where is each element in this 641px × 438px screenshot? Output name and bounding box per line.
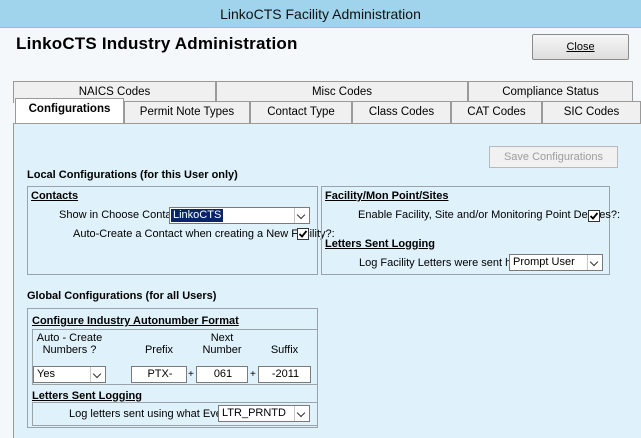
tab-class-codes[interactable]: Class Codes <box>352 101 451 123</box>
tab-label: Class Codes <box>368 106 435 118</box>
autocreate-contact-checkbox[interactable] <box>297 228 309 240</box>
save-configurations-button[interactable]: Save Configurations <box>489 146 618 168</box>
facility-title: Facility/Mon Point/Sites <box>325 190 449 202</box>
plus-separator: + <box>250 369 256 380</box>
page-title: LinkoCTS Industry Administration <box>16 34 298 53</box>
tab-label: Contact Type <box>267 106 335 118</box>
checkmark-icon <box>589 212 599 220</box>
log-event-value: LTR_PRNTD <box>222 407 286 419</box>
chevron-down-icon[interactable] <box>90 367 105 382</box>
prefix-input[interactable]: PTX- <box>131 366 187 383</box>
close-button-label: Close <box>566 41 595 53</box>
tab-label: CAT Codes <box>467 106 526 118</box>
prefix-header: Prefix <box>144 344 174 356</box>
log-letters-value: Prompt User <box>513 256 575 268</box>
plus-separator: + <box>188 369 194 380</box>
tab-label: Misc Codes <box>311 86 373 98</box>
tab-label: Configurations <box>28 103 111 115</box>
close-button[interactable]: Close <box>532 34 629 60</box>
chevron-down-icon[interactable] <box>294 406 309 421</box>
tab-misc-codes[interactable]: Misc Codes <box>216 81 468 103</box>
tab-sic-codes[interactable]: SIC Codes <box>542 101 641 123</box>
tab-contact-type[interactable]: Contact Type <box>250 101 352 123</box>
suffix-header: Suffix <box>270 344 299 356</box>
tab-label: Permit Note Types <box>139 106 235 118</box>
log-event-select[interactable]: LTR_PRNTD <box>218 405 310 422</box>
letters-logging-title: Letters Sent Logging <box>325 238 435 250</box>
autonumber-title: Configure Industry Autonumber Format <box>32 315 239 327</box>
log-event-label: Log letters sent using what Event?: <box>69 408 241 420</box>
show-contacts-value: LinkoCTS <box>171 209 224 222</box>
tab-label: SIC Codes <box>563 106 620 118</box>
enable-deletes-label: Enable Facility, Site and/or Monitoring … <box>358 209 621 221</box>
checkmark-icon <box>298 230 308 238</box>
log-letters-select[interactable]: Prompt User <box>509 254 603 271</box>
autocreate-contact-label: Auto-Create a Contact when creating a Ne… <box>73 228 335 240</box>
auto-create-value: Yes <box>37 368 55 380</box>
chevron-down-icon[interactable] <box>294 208 309 223</box>
tab-label: Compliance Status <box>502 86 599 98</box>
global-config-heading: Global Configurations (for all Users) <box>27 290 217 302</box>
window-titlebar: LinkoCTS Facility Administration <box>0 0 641 28</box>
auto-create-header: Auto - Create Numbers ? <box>36 332 103 356</box>
tab-label: NAICS Codes <box>78 86 151 98</box>
contacts-title: Contacts <box>31 190 79 202</box>
tab-configurations[interactable]: Configurations <box>15 98 124 123</box>
tab-permit-note-types[interactable]: Permit Note Types <box>124 101 250 123</box>
auto-create-select[interactable]: Yes <box>33 366 106 383</box>
suffix-input[interactable]: -2011 <box>258 366 311 383</box>
chevron-down-icon[interactable] <box>587 255 602 270</box>
enable-deletes-checkbox[interactable] <box>588 210 600 222</box>
show-contacts-select[interactable]: LinkoCTS <box>169 207 310 224</box>
next-number-input[interactable]: 061 <box>196 366 248 383</box>
tab-cat-codes[interactable]: CAT Codes <box>451 101 542 123</box>
tab-compliance-status[interactable]: Compliance Status <box>468 81 633 103</box>
next-number-header: Next Number <box>202 332 242 356</box>
global-letters-title: Letters Sent Logging <box>32 390 142 402</box>
local-config-heading: Local Configurations (for this User only… <box>27 169 238 181</box>
window-title: LinkoCTS Facility Administration <box>220 6 421 22</box>
